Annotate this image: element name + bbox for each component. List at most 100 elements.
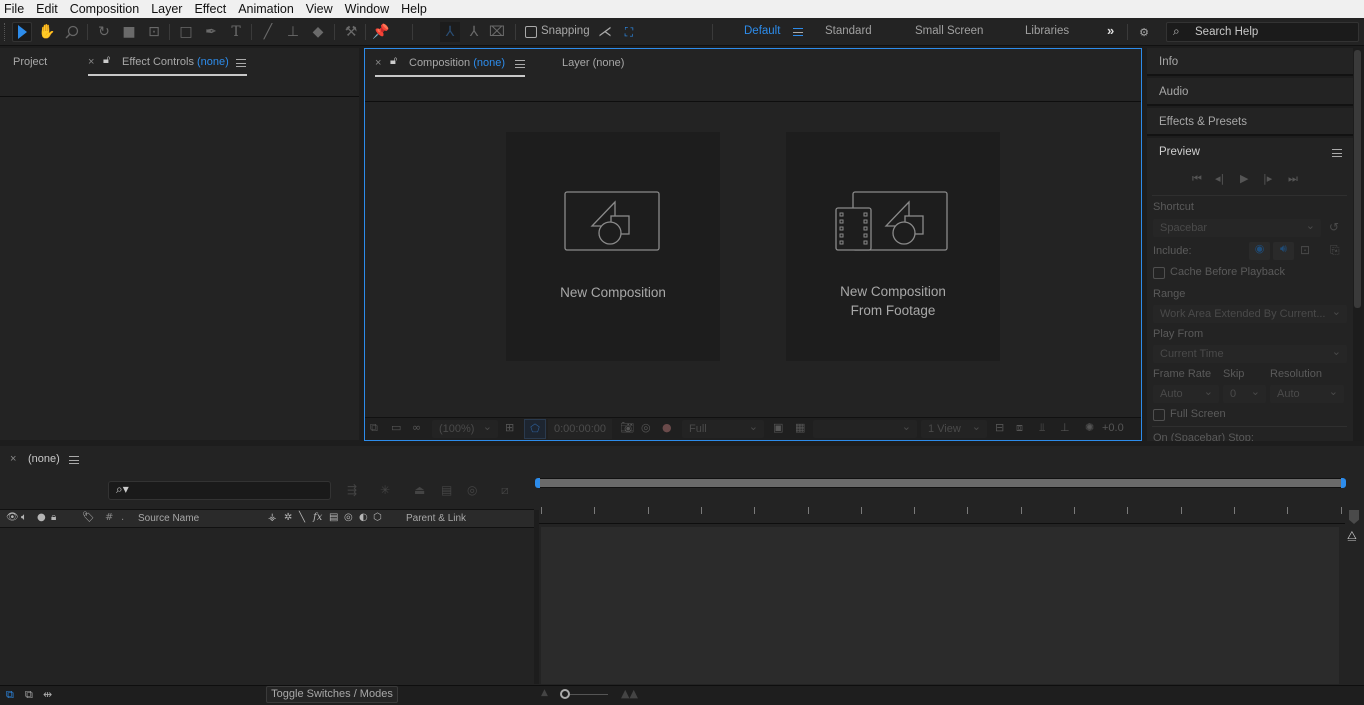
rectangle-tool-icon[interactable]: □ xyxy=(176,22,196,42)
tab-project[interactable]: Project xyxy=(13,56,47,68)
cache-before-playback-checkbox[interactable] xyxy=(1153,267,1165,279)
scrollbar-thumb[interactable] xyxy=(1354,50,1361,308)
layer-panel-divider[interactable] xyxy=(534,510,539,684)
reset-shortcut-icon[interactable]: ↺ xyxy=(1329,220,1339,234)
panel-audio[interactable]: Audio xyxy=(1147,78,1353,106)
panel-menu-icon[interactable] xyxy=(515,60,525,68)
panel-effects-presets[interactable]: Effects & Presets xyxy=(1147,108,1353,136)
audio-icon[interactable]: 🔈︎ xyxy=(21,512,27,523)
exposure-value[interactable]: +0.0 xyxy=(1102,422,1124,434)
shortcut-dropdown[interactable]: Spacebar xyxy=(1153,219,1321,237)
motion-blur-icon[interactable]: ◎ xyxy=(467,483,477,497)
snapshot-camera-icon[interactable]: 📷︎ xyxy=(620,421,634,434)
menu-effect[interactable]: Effect xyxy=(194,2,226,16)
solo-icon[interactable]: ● xyxy=(37,512,46,523)
brush-tool-icon[interactable]: ╱ xyxy=(258,22,278,42)
fast-previews-icon[interactable]: ⧈ xyxy=(1016,421,1023,435)
resolution-dropdown[interactable]: Full xyxy=(682,420,764,438)
roto-brush-tool-icon[interactable]: ⚒ xyxy=(341,22,361,42)
panel-menu-icon[interactable] xyxy=(69,456,79,464)
3d-layer-switch-icon[interactable]: ⬡ xyxy=(373,512,382,523)
full-screen-checkbox[interactable] xyxy=(1153,409,1165,421)
new-composition-button[interactable]: New Composition xyxy=(506,132,720,361)
menu-view[interactable]: View xyxy=(306,2,333,16)
hide-shy-layers-icon[interactable]: ⏏ xyxy=(414,483,425,497)
range-dropdown[interactable]: Work Area Extended By Current... xyxy=(1153,305,1347,323)
puppet-pin-tool-icon[interactable]: 📌 xyxy=(371,22,391,42)
panel-menu-icon[interactable] xyxy=(236,59,246,67)
lock-icon[interactable]: 🔓︎ xyxy=(390,55,397,68)
zoom-out-icon[interactable]: ▲ xyxy=(541,688,548,698)
workspace-libraries[interactable]: Libraries xyxy=(1025,25,1069,37)
close-tab-icon[interactable]: × xyxy=(88,56,94,68)
video-visibility-icon[interactable]: 👁︎ xyxy=(6,512,19,523)
view-axis-icon[interactable]: ⌧ xyxy=(487,22,507,42)
world-axis-icon[interactable]: ⅄ xyxy=(464,22,484,42)
quality-switch-icon[interactable]: ╲ xyxy=(299,512,305,523)
work-area-end-handle[interactable] xyxy=(1341,478,1346,488)
toolbar-grip[interactable] xyxy=(4,23,7,41)
include-audio-toggle[interactable]: 🔊︎ xyxy=(1273,242,1294,260)
active-camera-dropdown[interactable] xyxy=(813,420,917,438)
search-help-input[interactable]: ⌕ Search Help xyxy=(1166,22,1359,42)
eraser-tool-icon[interactable]: ◆ xyxy=(308,22,328,42)
timeline-icon[interactable]: ⫫ xyxy=(1039,421,1045,435)
draft-3d-icon[interactable]: ✳ xyxy=(380,483,390,497)
source-name-header[interactable]: Source Name xyxy=(138,513,199,524)
effects-switch-icon[interactable]: fx xyxy=(313,512,322,523)
selection-tool-icon[interactable] xyxy=(12,22,32,42)
frame-blend-switch-icon[interactable]: ▤ xyxy=(329,512,338,523)
workspace-menu-icon[interactable] xyxy=(793,28,803,36)
work-area-bar[interactable] xyxy=(537,478,1345,488)
last-frame-icon[interactable]: ⏭ xyxy=(1288,172,1298,186)
hand-tool-icon[interactable]: ✋ xyxy=(37,22,57,42)
workspace-default[interactable]: Default xyxy=(744,25,780,37)
tab-layer[interactable]: Layer (none) xyxy=(562,57,624,69)
graph-editor-icon[interactable]: ⧄ xyxy=(501,483,509,498)
menu-animation[interactable]: Animation xyxy=(238,2,294,16)
frame-blending-icon[interactable]: ▤ xyxy=(441,483,452,497)
layer-search-input[interactable]: ⌕▾ xyxy=(108,481,331,500)
menu-edit[interactable]: Edit xyxy=(36,2,58,16)
camera-tool-icon[interactable]: ■ xyxy=(119,22,139,42)
monitor-icon[interactable]: ▭ xyxy=(391,421,401,434)
tab-timeline[interactable]: (none) xyxy=(28,453,60,465)
region-of-interest-icon[interactable]: ▣ xyxy=(773,421,783,434)
toggle-pixel-aspect-icon[interactable]: ⊟ xyxy=(995,421,1004,434)
play-icon[interactable]: ▶ xyxy=(1240,172,1248,185)
panel-info[interactable]: Info xyxy=(1147,48,1353,76)
skip-dropdown[interactable]: 0 xyxy=(1223,385,1266,403)
preview-resolution-dropdown[interactable]: Auto xyxy=(1270,385,1344,403)
zoom-slider-track[interactable] xyxy=(565,694,608,695)
pen-tool-icon[interactable]: ✒ xyxy=(201,22,221,42)
safe-areas-icon[interactable]: ⊞ xyxy=(505,421,514,434)
snapping-checkbox[interactable] xyxy=(525,26,537,38)
type-tool-icon[interactable]: T xyxy=(226,22,246,42)
transparency-grid-icon[interactable]: ▦ xyxy=(795,421,805,434)
motion-blur-switch-icon[interactable]: ◎ xyxy=(344,512,353,523)
layer-number-header[interactable]: # xyxy=(105,512,113,523)
composition-mini-flowchart-icon[interactable]: ⇶ xyxy=(347,483,357,497)
play-from-dropdown[interactable]: Current Time xyxy=(1153,345,1347,363)
comp-button-icon[interactable]: ⧋ xyxy=(1347,529,1357,543)
menu-file[interactable]: File xyxy=(4,2,24,16)
lock-icon[interactable]: 🔓︎ xyxy=(103,54,110,67)
collapse-switch-icon[interactable]: ✲ xyxy=(284,512,292,523)
current-time-display[interactable]: 0:00:00:00 xyxy=(548,419,612,439)
label-tag-icon[interactable]: 🏷︎ xyxy=(82,512,95,523)
zoom-tool-icon[interactable] xyxy=(62,22,82,42)
mask-visibility-icon[interactable]: ⬠ xyxy=(524,419,546,439)
view-layout-dropdown[interactable]: 1 View xyxy=(921,420,987,438)
frame-rate-dropdown[interactable]: Auto xyxy=(1153,385,1219,403)
next-frame-icon[interactable]: |▸ xyxy=(1263,172,1272,185)
vr-goggles-icon[interactable]: ∞ xyxy=(412,421,421,434)
more-workspaces-button[interactable]: » xyxy=(1107,23,1114,38)
previous-frame-icon[interactable]: ◂| xyxy=(1215,172,1224,185)
rotate-tool-icon[interactable]: ↻ xyxy=(94,22,114,42)
lock-icon[interactable]: 🔒︎ xyxy=(51,512,56,523)
workspace-standard[interactable]: Standard xyxy=(825,25,872,37)
include-overlays-icon[interactable]: ⊡ xyxy=(1300,243,1310,257)
adjustment-layer-switch-icon[interactable]: ◐ xyxy=(359,512,368,523)
first-frame-icon[interactable]: ⏮ xyxy=(1192,172,1202,186)
snapping-option-icon[interactable]: ⋌ xyxy=(595,22,615,42)
